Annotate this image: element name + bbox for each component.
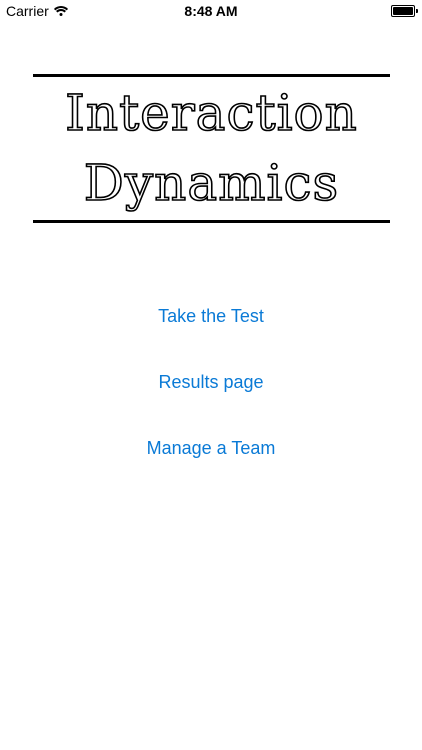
logo-line-dynamics: Dynamics (83, 154, 340, 212)
status-bar: Carrier 8:48 AM (0, 0, 422, 22)
battery-icon (391, 5, 418, 17)
battery-nub (416, 9, 418, 13)
manage-a-team-button[interactable]: Manage a Team (0, 438, 422, 459)
clock-time: 8:48 AM (184, 3, 238, 19)
app-logo: Interaction Dynamics (33, 74, 390, 224)
results-page-button[interactable]: Results page (0, 372, 422, 393)
logo-line-interaction: Interaction (64, 84, 358, 142)
battery-fill (393, 7, 413, 15)
logo-top-rule (33, 74, 390, 77)
take-the-test-button[interactable]: Take the Test (0, 306, 422, 327)
logo-bottom-rule (33, 220, 390, 223)
